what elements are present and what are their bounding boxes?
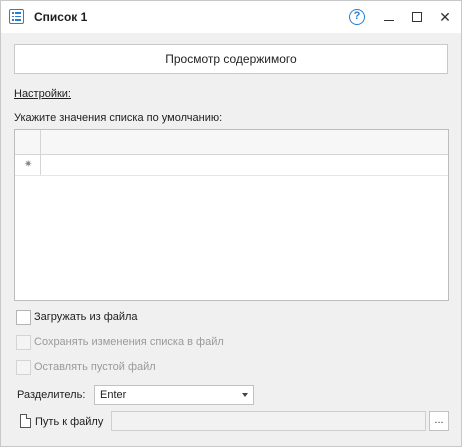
save-changes-label: Сохранять изменения списка в файл <box>34 336 224 348</box>
separator-select[interactable]: Enter <box>94 385 254 405</box>
file-path-input[interactable] <box>111 411 426 431</box>
save-changes-option[interactable]: Сохранять изменения списка в файл <box>16 334 224 350</box>
close-icon: ✕ <box>439 9 451 25</box>
separator-label: Разделитель: <box>17 389 86 401</box>
maximize-button[interactable] <box>407 7 427 27</box>
row-header-column <box>15 130 41 175</box>
keep-empty-file-checkbox[interactable] <box>16 359 31 375</box>
file-icon <box>20 414 31 428</box>
maximize-icon <box>412 12 422 22</box>
list-settings-window: Список 1 ? ✕ Просмотр содержимого Настро… <box>0 0 462 447</box>
load-from-file-option[interactable]: Загружать из файла <box>16 309 138 325</box>
load-from-file-checkbox[interactable] <box>16 309 31 325</box>
settings-link[interactable]: Настройки: <box>14 88 71 100</box>
grid-header <box>15 130 448 155</box>
list-icon <box>9 9 24 24</box>
grid-new-row[interactable]: ✷ <box>15 155 448 176</box>
chevron-down-icon <box>242 393 248 397</box>
separator-value: Enter <box>100 389 127 401</box>
default-values-hint: Укажите значения списка по умолчанию: <box>14 112 223 124</box>
default-values-grid[interactable]: ✷ <box>14 129 449 301</box>
keep-empty-file-option[interactable]: Оставлять пустой файл <box>16 359 156 375</box>
file-path-label: Путь к файлу <box>35 416 104 428</box>
window-title: Список 1 <box>34 10 88 24</box>
minimize-button[interactable] <box>379 7 399 27</box>
keep-empty-file-label: Оставлять пустой файл <box>34 361 156 373</box>
view-contents-button[interactable]: Просмотр содержимого <box>14 44 448 74</box>
browse-button[interactable]: ... <box>429 411 449 431</box>
minimize-icon <box>384 19 394 21</box>
close-button[interactable]: ✕ <box>435 7 455 27</box>
save-changes-checkbox[interactable] <box>16 334 31 350</box>
title-bar[interactable]: Список 1 ? ✕ <box>1 1 461 33</box>
load-from-file-label: Загружать из файла <box>34 311 138 323</box>
help-icon: ? <box>349 9 365 25</box>
help-button[interactable]: ? <box>347 7 367 27</box>
